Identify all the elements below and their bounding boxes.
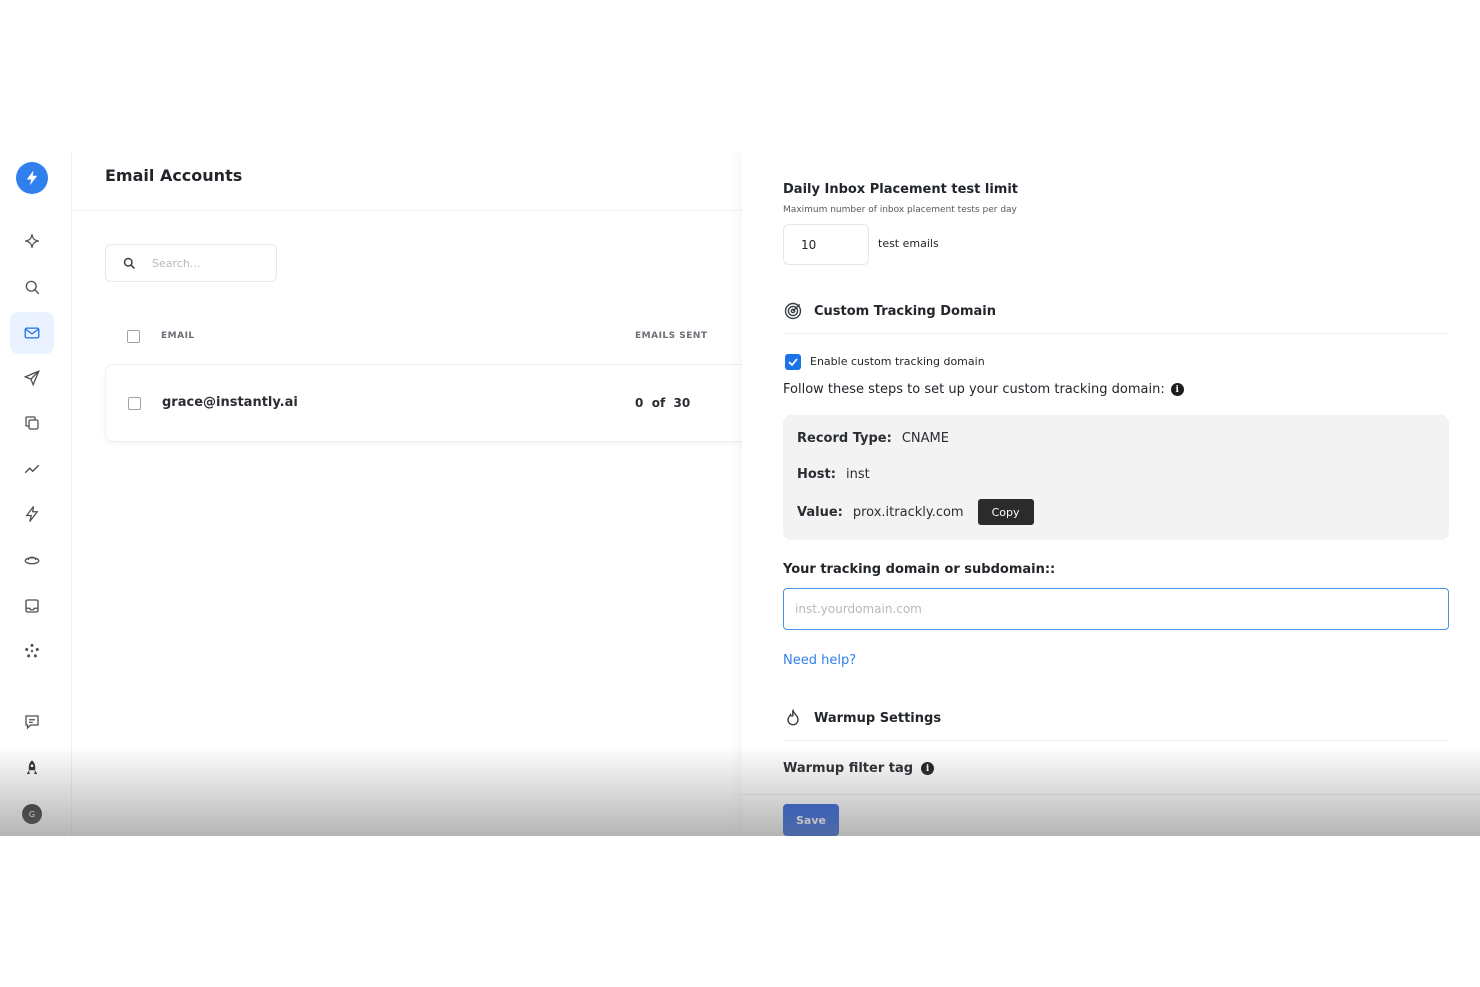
copy-icon[interactable] [10, 402, 54, 444]
email-accounts-list: Email Accounts EMAIL EMAILS SENT grace@i… [72, 152, 765, 836]
host-label: Host: [797, 467, 836, 482]
target-icon [784, 302, 802, 320]
lightning-bolt-icon[interactable] [16, 162, 48, 194]
account-settings-panel: Daily Inbox Placement test limit Maximum… [742, 152, 1480, 836]
value-value: prox.itrackly.com [852, 504, 964, 520]
feedback-icon[interactable] [10, 701, 54, 743]
value-line: Value: prox.itrackly.com Copy [797, 499, 1034, 525]
row-emails-sent: 0 of 30 [635, 396, 691, 410]
save-button[interactable]: Save [783, 804, 839, 836]
section-divider [783, 740, 1449, 741]
header-divider [72, 210, 742, 211]
bolt-outline-icon[interactable] [10, 493, 54, 535]
select-all-checkbox[interactable] [127, 330, 140, 343]
record-type-line: Record Type: CNAME [797, 431, 949, 446]
custom-tracking-header[interactable]: Custom Tracking Domain [783, 301, 996, 321]
footer-divider [742, 794, 1480, 795]
column-header-emails-sent[interactable]: EMAILS SENT [635, 331, 708, 341]
need-help-link[interactable]: Need help? [783, 653, 856, 668]
nodes-icon[interactable] [10, 630, 54, 672]
daily-limit-subtitle: Maximum number of inbox placement tests … [783, 205, 1017, 215]
host-line: Host: inst [797, 467, 870, 482]
warmup-settings-title: Warmup Settings [814, 710, 942, 726]
steps-label: Follow these steps to set up your custom… [783, 382, 1165, 397]
avatar-initial: G [28, 809, 36, 819]
custom-tracking-title: Custom Tracking Domain [814, 303, 997, 319]
enable-tracking-checkbox[interactable] [785, 354, 801, 370]
column-header-email[interactable]: EMAIL [161, 331, 195, 341]
page-title: Email Accounts [105, 166, 243, 185]
tracking-domain-input[interactable] [783, 588, 1449, 630]
info-icon[interactable]: i [1170, 383, 1184, 396]
send-icon[interactable] [10, 357, 54, 399]
check-icon [788, 358, 798, 367]
daily-limit-suffix: test emails [878, 237, 939, 250]
app-window: G Email Accounts EMAIL EMAILS SENT grace… [0, 152, 1480, 836]
value-label: Value: [797, 504, 843, 520]
search-input[interactable] [152, 256, 262, 270]
daily-limit-title: Daily Inbox Placement test limit [783, 182, 1018, 197]
sidebar: G [0, 152, 72, 836]
info-icon[interactable]: i [921, 762, 935, 775]
search-icon[interactable] [10, 266, 54, 308]
spaceship-icon[interactable] [10, 539, 54, 581]
rocket-icon[interactable] [10, 747, 54, 789]
tracking-steps-text: Follow these steps to set up your custom… [783, 382, 1184, 397]
daily-limit-input[interactable]: 10 [783, 224, 869, 265]
table-row[interactable]: grace@instantly.ai 0 of 30 [105, 364, 765, 442]
mail-icon[interactable] [10, 312, 54, 354]
record-type-value: CNAME [901, 431, 949, 446]
warmup-filter-tag-label: Warmup filter tag [783, 761, 914, 776]
copy-button[interactable]: Copy [977, 499, 1034, 525]
sparkle-icon[interactable] [10, 220, 54, 262]
record-type-label: Record Type: [797, 431, 892, 446]
inbox-icon[interactable] [10, 585, 54, 627]
row-checkbox[interactable] [128, 397, 141, 410]
dns-record-box: Record Type: CNAME Host: inst Value: pro… [783, 415, 1449, 540]
warmup-settings-header[interactable]: Warmup Settings [783, 708, 941, 728]
section-divider [783, 333, 1449, 334]
host-value: inst [845, 467, 870, 482]
avatar[interactable]: G [22, 804, 42, 824]
search-box[interactable] [105, 244, 277, 282]
warmup-filter-tag: Warmup filter tag i [783, 761, 935, 776]
flame-icon [787, 708, 799, 726]
trend-icon[interactable] [10, 448, 54, 490]
tracking-domain-label: Your tracking domain or subdomain:: [783, 562, 1056, 577]
search-icon [123, 257, 136, 269]
enable-tracking-label[interactable]: Enable custom tracking domain [810, 355, 985, 368]
row-email: grace@instantly.ai [162, 395, 298, 410]
